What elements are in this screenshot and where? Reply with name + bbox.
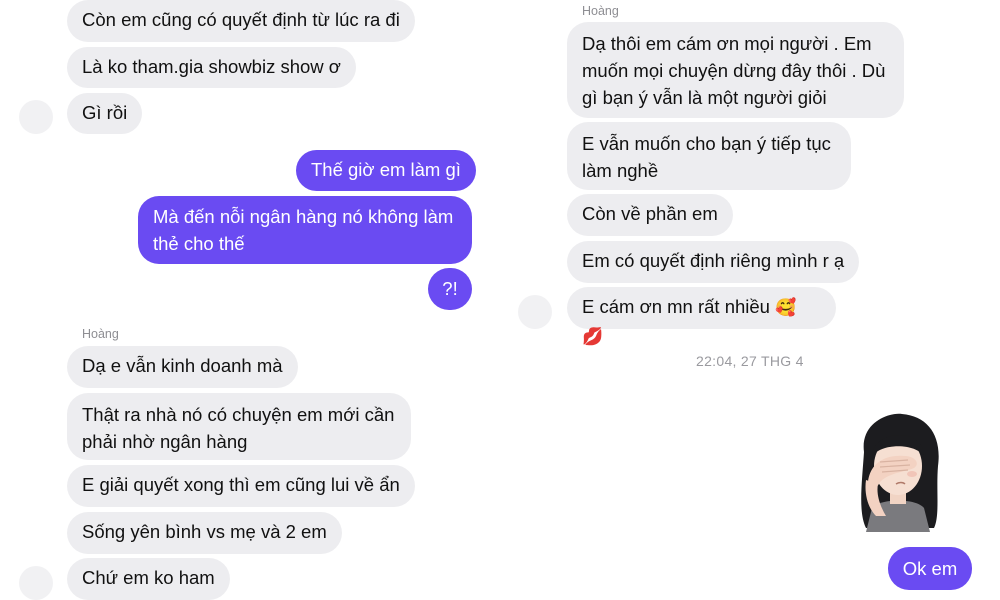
message-bubble[interactable]: Là ko tham.gia showbiz show ơ bbox=[67, 47, 356, 88]
outgoing-message-bubble[interactable]: Mà đến nỗi ngân hàng nó không làm thẻ ch… bbox=[138, 196, 472, 264]
outgoing-message-bubble[interactable]: ?! bbox=[428, 268, 472, 310]
sender-name: Hoàng bbox=[582, 4, 619, 18]
message-timestamp: 22:04, 27 THG 4 bbox=[696, 353, 804, 369]
message-bubble[interactable]: Em có quyết định riêng mình r ạ bbox=[567, 241, 860, 283]
message-text: E cám ơn mn rất nhiều bbox=[582, 296, 770, 317]
message-bubble[interactable]: Chứ em ko ham bbox=[67, 558, 230, 600]
message-bubble[interactable]: E vẫn muốn cho bạn ý tiếp tục làm nghề bbox=[567, 122, 851, 190]
message-bubble[interactable]: Dạ thôi em cám ơn mọi người . Em muốn mọ… bbox=[567, 22, 904, 118]
message-bubble[interactable]: Dạ e vẫn kinh doanh mà bbox=[67, 346, 298, 388]
message-bubble[interactable]: Còn về phần em bbox=[567, 194, 733, 236]
message-bubble[interactable]: Thật ra nhà nó có chuyện em mới cần phải… bbox=[67, 393, 411, 460]
message-bubble[interactable]: Gì rồi bbox=[67, 93, 143, 134]
message-bubble[interactable]: E cám ơn mn rất nhiều 🥰 💋 bbox=[567, 287, 836, 347]
message-bubble[interactable]: E giải quyết xong thì em cũng lui về ẩn bbox=[67, 465, 415, 507]
sender-name: Hoàng bbox=[82, 327, 119, 341]
avatar[interactable] bbox=[518, 295, 552, 329]
outgoing-message-bubble[interactable]: Thế giờ em làm gì bbox=[296, 150, 476, 191]
message-bubble[interactable]: Sống yên bình vs mẹ và 2 em bbox=[67, 512, 342, 554]
memoji-facepalm-sticker-icon[interactable] bbox=[850, 412, 946, 534]
outgoing-message-bubble[interactable]: Ok em bbox=[888, 547, 972, 590]
avatar[interactable] bbox=[19, 100, 53, 134]
message-bubble[interactable]: Còn em cũng có quyết định từ lúc ra đi bbox=[67, 0, 415, 42]
avatar[interactable] bbox=[19, 566, 53, 600]
